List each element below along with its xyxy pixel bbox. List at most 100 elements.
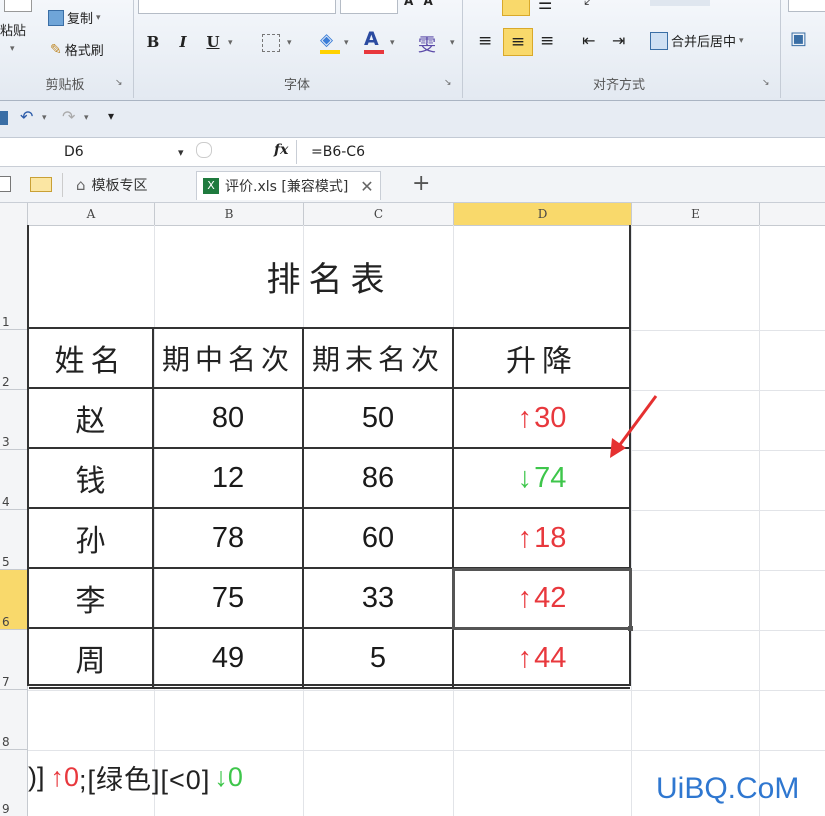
font-name-box[interactable] [138,0,336,14]
format-note-cell[interactable]: )] ↑0 ;[绿色][<0] ↓0 [28,752,243,802]
increase-indent-icon[interactable]: ⇥ [612,31,625,50]
header-cell-change[interactable]: 升降 [454,329,630,389]
row-header-9[interactable]: 9 [0,750,27,816]
fill-handle[interactable] [628,626,633,631]
column-header-b[interactable]: B [155,203,304,225]
select-all-corner[interactable] [0,203,28,225]
table-title: 排名表 [266,259,393,300]
font-color-dropdown-icon[interactable]: ▾ [390,38,395,48]
copy-button[interactable]: 复制 ▾ [48,8,101,27]
table-cell[interactable]: 12 [154,449,304,509]
table-cell[interactable]: 60 [304,509,454,569]
save-icon[interactable] [0,111,8,125]
paste-button[interactable]: 粘贴 ▾ [0,0,36,64]
table-cell[interactable]: 钱 [29,449,154,509]
decrease-indent-icon[interactable]: ⇤ [582,31,595,50]
insert-function-button[interactable]: fx [274,142,288,158]
table-cell[interactable]: ↑ 44 [454,629,630,689]
phonetic-dropdown-icon[interactable]: ▾ [450,38,455,48]
format-painter-button[interactable]: ✎ 格式刷 [50,40,104,60]
fill-dropdown-icon[interactable]: ▾ [344,38,349,48]
table-cell[interactable]: 33 [304,569,454,629]
header-cell-mid[interactable]: 期中名次 [154,329,304,389]
row-header-3[interactable]: 3 [0,390,27,450]
column-header-c[interactable]: C [304,203,454,225]
active-cell-d6[interactable] [452,568,632,630]
column-header-d[interactable]: D [454,203,632,225]
column-header-e[interactable]: E [632,203,760,225]
clipboard-launcher-icon[interactable]: ↘ [115,78,123,88]
bold-button[interactable]: B [142,31,164,53]
grow-font-icon[interactable]: A˄ A˅ [404,0,439,8]
font-color-button[interactable]: A [364,28,384,54]
border-icon[interactable] [262,34,280,52]
align-left-icon[interactable]: ≡ [478,31,492,51]
group-separator [462,0,463,98]
redo-icon[interactable]: ↷ [62,107,75,126]
row-header-6[interactable]: 6 [0,570,27,630]
table-cell[interactable]: 李 [29,569,154,629]
table-cell[interactable]: 78 [154,509,304,569]
formula-input[interactable]: =B6-C6 [296,140,825,164]
tab-template-zone[interactable]: ⌂ 模板专区 [76,171,148,199]
row-header-7[interactable]: 7 [0,630,27,690]
paste-dropdown-icon[interactable]: ▾ [10,44,15,54]
font-launcher-icon[interactable]: ↘ [444,78,452,88]
font-color-bar [364,50,384,54]
table-cell[interactable]: 赵 [29,389,154,449]
name-box[interactable]: D6 [0,140,170,164]
row-header-2[interactable]: 2 [0,330,27,390]
copy-dropdown-icon[interactable]: ▾ [96,13,101,23]
column-header-a[interactable]: A [28,203,155,225]
align-right-icon[interactable]: ≡ [540,31,554,51]
header-cell-name[interactable]: 姓名 [29,329,154,389]
midterm-rank: 49 [211,641,245,674]
wrap-text-icon[interactable] [650,0,710,6]
column-header-f[interactable] [760,203,825,225]
row-header-8[interactable]: 8 [0,690,27,750]
final-rank: 50 [361,401,395,434]
table-cell[interactable]: 75 [154,569,304,629]
redo-dropdown-icon[interactable]: ▾ [84,113,89,123]
row-header-1[interactable]: 1 [0,225,27,330]
align-launcher-icon[interactable]: ↘ [762,78,770,88]
merge-dropdown-icon[interactable]: ▾ [739,36,744,46]
table-cell[interactable]: 86 [304,449,454,509]
customize-toolbar-icon[interactable]: ▾ [108,109,114,123]
table-cell[interactable]: 50 [304,389,454,449]
name-box-dropdown-icon[interactable]: ▾ [178,146,184,159]
underline-dropdown-icon[interactable]: ▾ [228,38,233,48]
close-tab-icon[interactable]: ✕ [360,177,373,196]
number-format-icon[interactable]: ▣ [790,28,807,49]
row-header-5[interactable]: 5 [0,510,27,570]
fill-color-icon[interactable]: ◈ [320,30,340,54]
align-center-icon[interactable]: ≡ [503,28,533,56]
table-cell[interactable]: 周 [29,629,154,689]
table-cell[interactable]: 5 [304,629,454,689]
middle-align-icon[interactable]: ☰ [538,0,552,13]
merge-center-button[interactable]: 合并后居中 ▾ [650,31,744,50]
folder-icon[interactable] [30,177,52,192]
table-title-cell[interactable]: 排名表 [29,225,630,329]
new-tab-icon[interactable]: + [412,171,430,196]
orientation-icon[interactable]: ⤢ [584,0,595,8]
formula-cancel-icon[interactable] [196,142,212,158]
header-cell-final[interactable]: 期末名次 [304,329,454,389]
top-align-button[interactable] [502,0,530,16]
number-format-box[interactable] [788,0,825,12]
table-cell[interactable]: 80 [154,389,304,449]
row-header-4[interactable]: 4 [0,450,27,510]
underline-button[interactable]: U [202,31,224,53]
table-cell[interactable]: 49 [154,629,304,689]
new-document-icon[interactable] [0,176,11,192]
tab-evaluation-file-label: 评价.xls [兼容模式] [225,179,349,195]
undo-icon[interactable]: ↶ [20,107,33,126]
phonetic-button[interactable]: 雯 [418,31,436,57]
font-size-box[interactable] [340,0,398,14]
tab-evaluation-file[interactable]: X 评价.xls [兼容模式] ✕ [196,171,381,200]
italic-button[interactable]: I [172,31,194,53]
border-dropdown-icon[interactable]: ▾ [287,38,292,48]
table-cell[interactable]: 孙 [29,509,154,569]
undo-dropdown-icon[interactable]: ▾ [42,113,47,123]
table-cell[interactable]: ↑ 18 [454,509,630,569]
